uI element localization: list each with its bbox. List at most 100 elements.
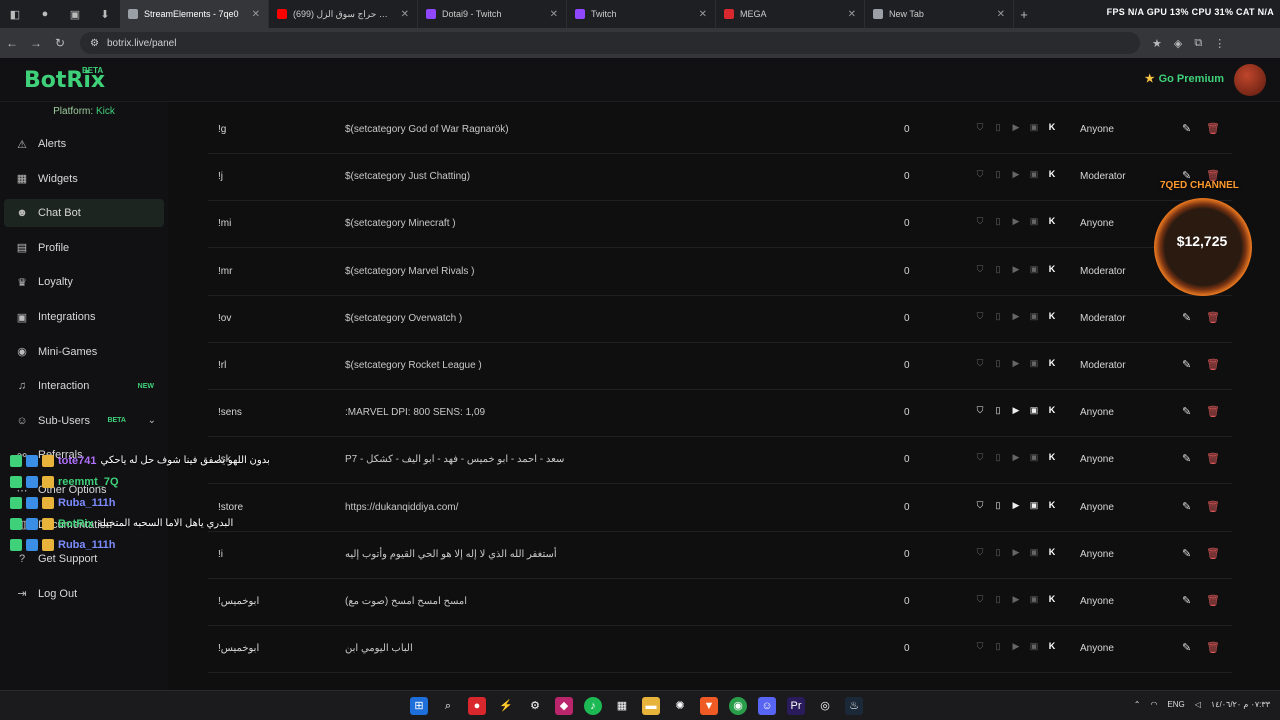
delete-trash-icon[interactable]: 🗑 bbox=[1206, 500, 1220, 513]
delete-trash-icon[interactable]: 🗑 bbox=[1206, 405, 1220, 418]
close-tab-icon[interactable]: ✕ bbox=[699, 9, 707, 20]
table-row[interactable]: !i أستغفر الله الذي لا إله إلا هو الحي ا… bbox=[208, 532, 1232, 579]
settings-icon[interactable]: ⚙ bbox=[526, 697, 544, 715]
kick-icon[interactable]: K bbox=[1046, 500, 1058, 512]
delete-trash-icon[interactable]: 🗑 bbox=[1206, 452, 1220, 465]
table-row[interactable]: !ابوخميس امسح امسح امسح (صوت مع) 0 ⛉ ▯ ▶… bbox=[208, 579, 1232, 626]
kick-icon[interactable]: K bbox=[1046, 264, 1058, 276]
kick-icon[interactable]: K bbox=[1046, 641, 1058, 653]
twitch-icon[interactable]: ▯ bbox=[992, 405, 1004, 417]
youtube-icon[interactable]: ▶ bbox=[1010, 641, 1022, 653]
brave-icon[interactable]: ▼ bbox=[700, 697, 718, 715]
trovo-icon[interactable]: ▣ bbox=[1028, 358, 1040, 370]
forward-button[interactable]: → bbox=[24, 36, 48, 50]
youtube-icon[interactable]: ▶ bbox=[1010, 452, 1022, 464]
youtube-icon[interactable]: ▶ bbox=[1010, 358, 1022, 370]
twitch-icon[interactable]: ▯ bbox=[992, 311, 1004, 323]
tray-arrow-icon[interactable]: ⌃ bbox=[1134, 700, 1141, 709]
streamelements-icon[interactable]: ⛉ bbox=[974, 641, 986, 653]
sidebar-item-log-out[interactable]: ⇥ Log Out bbox=[4, 580, 164, 608]
streamelements-icon[interactable]: ⛉ bbox=[974, 169, 986, 181]
sidebar-item-widgets[interactable]: ▦ Widgets bbox=[4, 165, 164, 193]
twitch-icon[interactable]: ▯ bbox=[992, 641, 1004, 653]
close-tab-icon[interactable]: ✕ bbox=[401, 9, 409, 20]
close-tab-icon[interactable]: ✕ bbox=[252, 9, 260, 20]
kick-icon[interactable]: K bbox=[1046, 216, 1058, 228]
browser-tab[interactable]: StreamElements - 7qe0 ✕ bbox=[120, 0, 269, 28]
permission-level[interactable]: Anyone bbox=[1080, 124, 1114, 135]
steelseries-icon[interactable]: ✺ bbox=[671, 697, 689, 715]
back-button[interactable]: ← bbox=[0, 36, 24, 50]
table-row[interactable]: !ov $(setcategory Overwatch ) 0 ⛉ ▯ ▶ ▣ … bbox=[208, 296, 1232, 343]
edit-pencil-icon[interactable]: ✎ bbox=[1182, 122, 1191, 135]
streamelements-icon[interactable]: ⛉ bbox=[974, 311, 986, 323]
table-row[interactable]: !mi $(setcategory Minecraft ) 0 ⛉ ▯ ▶ ▣ … bbox=[208, 201, 1232, 249]
streamelements-icon[interactable]: ⛉ bbox=[974, 500, 986, 512]
twitch-icon[interactable]: ▯ bbox=[992, 452, 1004, 464]
app-icon[interactable]: ▦ bbox=[613, 697, 631, 715]
table-row[interactable]: !g $(setcategory God of War Ragnarök) 0 … bbox=[208, 107, 1232, 154]
trovo-icon[interactable]: ▣ bbox=[1028, 594, 1040, 606]
permission-level[interactable]: Anyone bbox=[1080, 643, 1114, 654]
spotify-icon[interactable]: ♪ bbox=[584, 697, 602, 715]
browser-tab[interactable]: Twitch ✕ bbox=[567, 0, 716, 28]
table-row[interactable]: !ابوخميس الباب اليومي ابن 0 ⛉ ▯ ▶ ▣ K An… bbox=[208, 626, 1232, 674]
trovo-icon[interactable]: ▣ bbox=[1028, 641, 1040, 653]
permission-level[interactable]: Moderator bbox=[1080, 266, 1126, 277]
pinned-tab[interactable]: ● bbox=[30, 0, 60, 28]
pinned-tab[interactable]: ▣ bbox=[60, 0, 90, 28]
browser-tab[interactable]: تحديات حراج سوق الزل (699) ✕ bbox=[269, 0, 418, 28]
twitch-icon[interactable]: ▯ bbox=[992, 358, 1004, 370]
delete-trash-icon[interactable]: 🗑 bbox=[1206, 311, 1220, 324]
table-row[interactable]: !j $(setcategory Just Chatting) 0 ⛉ ▯ ▶ … bbox=[208, 154, 1232, 202]
youtube-icon[interactable]: ▶ bbox=[1010, 216, 1022, 228]
streamelements-icon[interactable]: ⛉ bbox=[974, 264, 986, 276]
table-row[interactable]: !sk P7 - سعد - احمد - ابو خميس - فهد - ا… bbox=[208, 437, 1232, 485]
new-tab-button[interactable]: + bbox=[1014, 7, 1034, 22]
extension-icon[interactable]: ◈ bbox=[1174, 37, 1182, 50]
sidebar-item-integrations[interactable]: ▣ Integrations bbox=[4, 303, 164, 331]
edit-pencil-icon[interactable]: ✎ bbox=[1182, 641, 1191, 654]
app-icon[interactable]: ● bbox=[468, 697, 486, 715]
kick-icon[interactable]: K bbox=[1046, 452, 1058, 464]
permission-level[interactable]: Moderator bbox=[1080, 313, 1126, 324]
sidebar-item-chat-bot[interactable]: ☻ Chat Bot bbox=[4, 199, 164, 228]
table-row[interactable]: !sens :MARVEL DPI: 800 SENS: 1,09 0 ⛉ ▯ … bbox=[208, 390, 1232, 438]
sidebar-item-interaction[interactable]: ♫ Interaction NEW bbox=[4, 372, 164, 400]
avatar[interactable] bbox=[1234, 64, 1266, 96]
youtube-icon[interactable]: ▶ bbox=[1010, 264, 1022, 276]
streamelements-icon[interactable]: ⛉ bbox=[974, 547, 986, 559]
trovo-icon[interactable]: ▣ bbox=[1028, 311, 1040, 323]
go-premium-button[interactable]: ★ Go Premium bbox=[1145, 72, 1224, 86]
kick-icon[interactable]: K bbox=[1046, 547, 1058, 559]
edit-pencil-icon[interactable]: ✎ bbox=[1182, 500, 1191, 513]
kick-icon[interactable]: K bbox=[1046, 594, 1058, 606]
pinned-tab[interactable]: ◧ bbox=[0, 0, 30, 28]
kick-icon[interactable]: K bbox=[1046, 122, 1058, 134]
streamelements-icon[interactable]: ⛉ bbox=[974, 452, 986, 464]
twitch-icon[interactable]: ▯ bbox=[992, 547, 1004, 559]
steam-icon[interactable]: ♨ bbox=[845, 697, 863, 715]
youtube-icon[interactable]: ▶ bbox=[1010, 311, 1022, 323]
delete-trash-icon[interactable]: 🗑 bbox=[1206, 122, 1220, 135]
delete-trash-icon[interactable]: 🗑 bbox=[1206, 594, 1220, 607]
edit-pencil-icon[interactable]: ✎ bbox=[1182, 594, 1191, 607]
chrome-icon[interactable]: ◉ bbox=[729, 697, 747, 715]
sidebar-item-mini-games[interactable]: ◉ Mini-Games bbox=[4, 338, 164, 366]
edit-pencil-icon[interactable]: ✎ bbox=[1182, 405, 1191, 418]
delete-trash-icon[interactable]: 🗑 bbox=[1206, 547, 1220, 560]
edit-pencil-icon[interactable]: ✎ bbox=[1182, 547, 1191, 560]
puzzle-icon[interactable]: ⧉ bbox=[1194, 37, 1202, 50]
pinned-tab[interactable]: ⬇ bbox=[90, 0, 120, 28]
discord-icon[interactable]: ☺ bbox=[758, 697, 776, 715]
streamelements-icon[interactable]: ⛉ bbox=[974, 122, 986, 134]
streamelements-icon[interactable]: ⛉ bbox=[974, 405, 986, 417]
premiere-icon[interactable]: Pr bbox=[787, 697, 805, 715]
permission-level[interactable]: Anyone bbox=[1080, 218, 1114, 229]
youtube-icon[interactable]: ▶ bbox=[1010, 594, 1022, 606]
twitch-icon[interactable]: ▯ bbox=[992, 169, 1004, 181]
permission-level[interactable]: Moderator bbox=[1080, 171, 1126, 182]
kick-icon[interactable]: K bbox=[1046, 311, 1058, 323]
table-row[interactable]: !store https://dukanqiddiya.com/ 0 ⛉ ▯ ▶… bbox=[208, 485, 1232, 532]
sidebar-item-sub-users[interactable]: ☺ Sub-Users BETA ⌄ bbox=[4, 407, 164, 435]
